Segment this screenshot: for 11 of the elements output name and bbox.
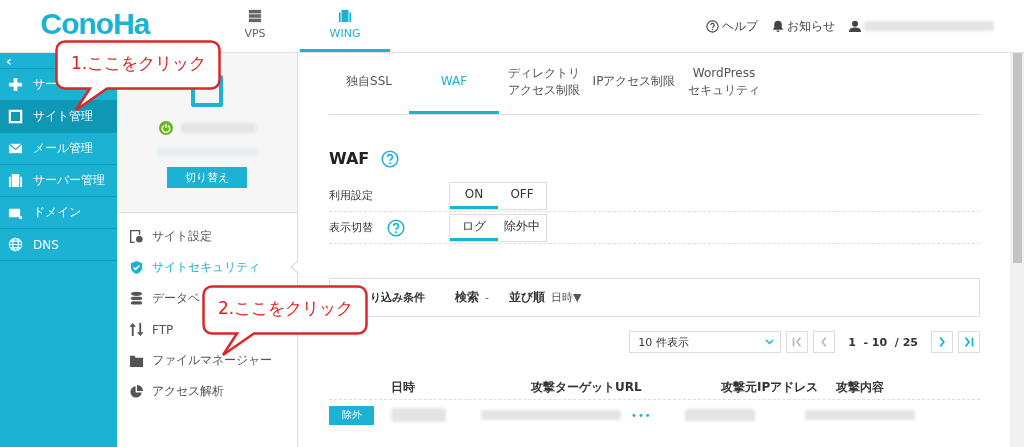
filter-title: り込み条件 [370,290,425,305]
setting-label: 表示切替 [329,220,373,235]
column-header: 攻撃ターゲットURL [531,378,643,396]
search-label: 検索 [455,289,479,306]
sort-label: 並び順 [509,289,545,306]
setting-label: 利用設定 [329,188,373,203]
page-range: 1 - 10 / 25 [847,335,919,349]
page-title: WAF [329,149,370,168]
column-header: 日時 [391,378,416,396]
column-header: 攻撃内容 [836,378,885,396]
column-header: 攻撃元IPアドレス [721,378,820,396]
